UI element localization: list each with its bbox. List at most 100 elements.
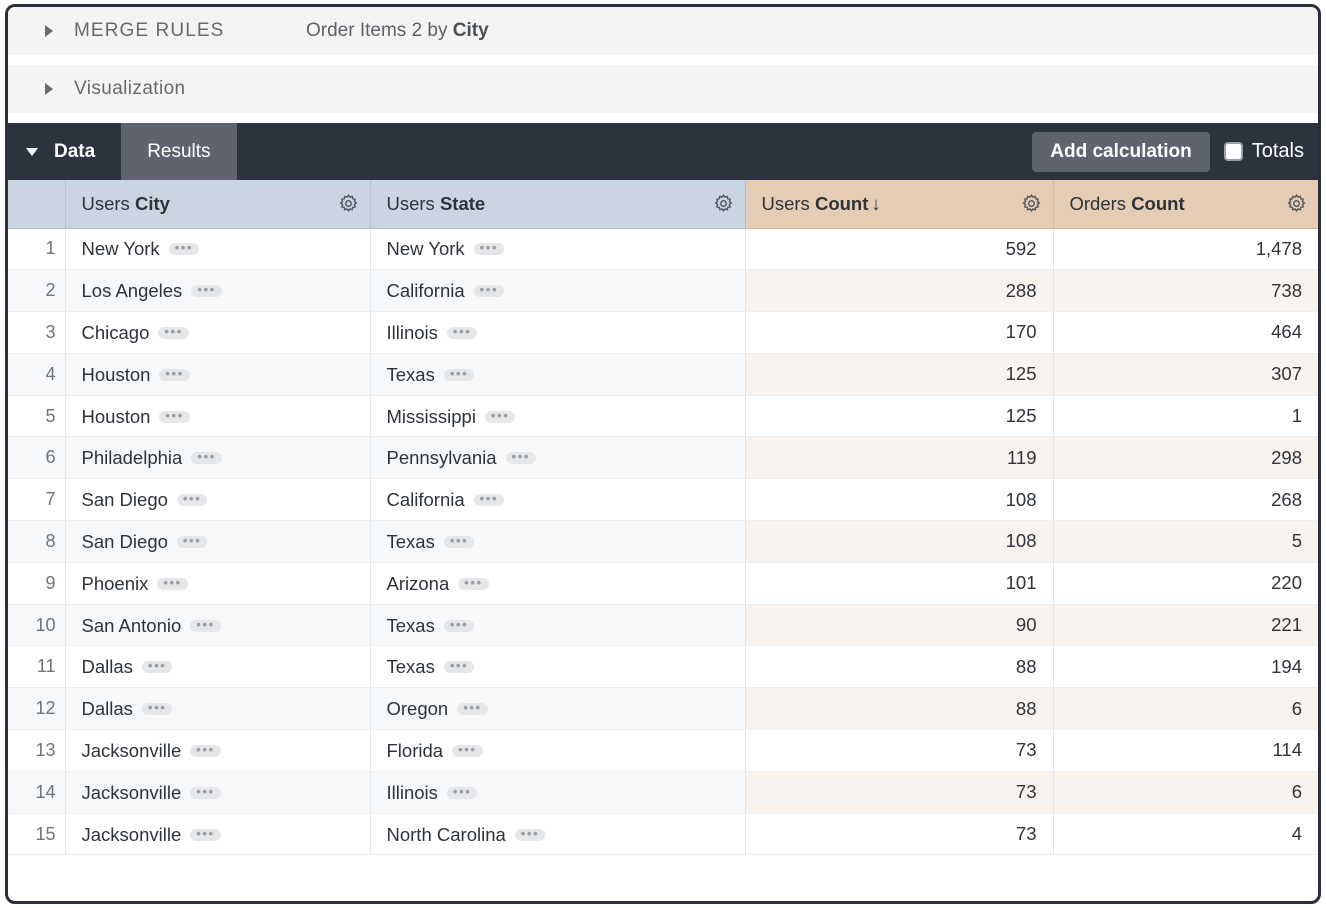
cell-city[interactable]: Chicago••• — [65, 312, 370, 354]
table-row[interactable]: 6Philadelphia•••Pennsylvania•••119298 — [8, 437, 1318, 479]
table-row[interactable]: 3Chicago•••Illinois•••170464 — [8, 312, 1318, 354]
cell-state[interactable]: Illinois••• — [370, 771, 745, 813]
cell-menu-icon[interactable]: ••• — [190, 620, 220, 632]
cell-menu-icon[interactable]: ••• — [506, 452, 536, 464]
cell-menu-icon[interactable]: ••• — [444, 661, 474, 673]
cell-state[interactable]: California••• — [370, 479, 745, 521]
cell-orders-count[interactable]: 4 — [1053, 813, 1318, 855]
cell-menu-icon[interactable]: ••• — [159, 369, 189, 381]
totals-checkbox[interactable] — [1224, 142, 1243, 161]
cell-city[interactable]: Phoenix••• — [65, 562, 370, 604]
panel-header-visualization[interactable]: Visualization — [8, 65, 1318, 113]
cell-orders-count[interactable]: 6 — [1053, 771, 1318, 813]
cell-menu-icon[interactable]: ••• — [190, 745, 220, 757]
cell-menu-icon[interactable]: ••• — [485, 411, 515, 423]
column-header-users-state[interactable]: Users State — [370, 180, 745, 228]
cell-city[interactable]: Houston••• — [65, 353, 370, 395]
cell-orders-count[interactable]: 738 — [1053, 270, 1318, 312]
table-row[interactable]: 12Dallas•••Oregon•••886 — [8, 688, 1318, 730]
cell-menu-icon[interactable]: ••• — [444, 620, 474, 632]
cell-state[interactable]: Texas••• — [370, 604, 745, 646]
cell-menu-icon[interactable]: ••• — [474, 285, 504, 297]
panel-header-merge-rules[interactable]: MERGE RULES Order Items 2 by City — [8, 7, 1318, 55]
table-row[interactable]: 10San Antonio•••Texas•••90221 — [8, 604, 1318, 646]
table-row[interactable]: 15Jacksonville•••North Carolina•••734 — [8, 813, 1318, 855]
cell-menu-icon[interactable]: ••• — [169, 243, 199, 255]
cell-city[interactable]: Philadelphia••• — [65, 437, 370, 479]
table-row[interactable]: 7San Diego•••California•••108268 — [8, 479, 1318, 521]
tab-data[interactable]: Data — [8, 123, 121, 180]
cell-orders-count[interactable]: 221 — [1053, 604, 1318, 646]
cell-city[interactable]: New York••• — [65, 228, 370, 270]
cell-state[interactable]: Illinois••• — [370, 312, 745, 354]
gear-icon[interactable] — [713, 193, 734, 214]
cell-orders-count[interactable]: 307 — [1053, 353, 1318, 395]
cell-menu-icon[interactable]: ••• — [474, 243, 504, 255]
cell-menu-icon[interactable]: ••• — [157, 578, 187, 590]
cell-city[interactable]: Dallas••• — [65, 688, 370, 730]
cell-state[interactable]: Texas••• — [370, 353, 745, 395]
cell-city[interactable]: Los Angeles••• — [65, 270, 370, 312]
cell-users-count[interactable]: 88 — [745, 646, 1053, 688]
cell-city[interactable]: San Diego••• — [65, 521, 370, 563]
cell-city[interactable]: Dallas••• — [65, 646, 370, 688]
cell-city[interactable]: Houston••• — [65, 395, 370, 437]
cell-menu-icon[interactable]: ••• — [444, 369, 474, 381]
cell-state[interactable]: New York••• — [370, 228, 745, 270]
cell-city[interactable]: Jacksonville••• — [65, 771, 370, 813]
cell-orders-count[interactable]: 1,478 — [1053, 228, 1318, 270]
cell-users-count[interactable]: 288 — [745, 270, 1053, 312]
sort-descending-icon[interactable]: ↓ — [871, 193, 880, 214]
cell-state[interactable]: Oregon••• — [370, 688, 745, 730]
cell-menu-icon[interactable]: ••• — [158, 327, 188, 339]
cell-city[interactable]: San Diego••• — [65, 479, 370, 521]
column-header-users-city[interactable]: Users City — [65, 180, 370, 228]
column-header-orders-count[interactable]: Orders Count — [1053, 180, 1318, 228]
cell-users-count[interactable]: 73 — [745, 730, 1053, 772]
cell-menu-icon[interactable]: ••• — [515, 829, 545, 841]
table-row[interactable]: 4Houston•••Texas•••125307 — [8, 353, 1318, 395]
cell-orders-count[interactable]: 220 — [1053, 562, 1318, 604]
cell-orders-count[interactable]: 298 — [1053, 437, 1318, 479]
table-row[interactable]: 5Houston•••Mississippi•••1251 — [8, 395, 1318, 437]
triangle-right-icon[interactable] — [45, 83, 53, 95]
table-row[interactable]: 2Los Angeles•••California•••288738 — [8, 270, 1318, 312]
cell-city[interactable]: Jacksonville••• — [65, 730, 370, 772]
cell-menu-icon[interactable]: ••• — [444, 536, 474, 548]
cell-orders-count[interactable]: 114 — [1053, 730, 1318, 772]
cell-users-count[interactable]: 73 — [745, 771, 1053, 813]
cell-orders-count[interactable]: 1 — [1053, 395, 1318, 437]
triangle-down-icon[interactable] — [26, 148, 38, 156]
gear-icon[interactable] — [1021, 193, 1042, 214]
cell-state[interactable]: California••• — [370, 270, 745, 312]
cell-menu-icon[interactable]: ••• — [458, 578, 488, 590]
cell-users-count[interactable]: 125 — [745, 353, 1053, 395]
cell-city[interactable]: San Antonio••• — [65, 604, 370, 646]
cell-orders-count[interactable]: 464 — [1053, 312, 1318, 354]
cell-menu-icon[interactable]: ••• — [190, 787, 220, 799]
totals-toggle[interactable]: Totals — [1224, 140, 1304, 163]
triangle-right-icon[interactable] — [45, 25, 53, 37]
cell-menu-icon[interactable]: ••• — [190, 829, 220, 841]
cell-orders-count[interactable]: 194 — [1053, 646, 1318, 688]
cell-users-count[interactable]: 125 — [745, 395, 1053, 437]
cell-state[interactable]: North Carolina••• — [370, 813, 745, 855]
cell-menu-icon[interactable]: ••• — [447, 327, 477, 339]
cell-menu-icon[interactable]: ••• — [191, 452, 221, 464]
cell-users-count[interactable]: 88 — [745, 688, 1053, 730]
table-row[interactable]: 11Dallas•••Texas•••88194 — [8, 646, 1318, 688]
cell-menu-icon[interactable]: ••• — [474, 494, 504, 506]
table-row[interactable]: 1New York•••New York•••5921,478 — [8, 228, 1318, 270]
cell-state[interactable]: Texas••• — [370, 521, 745, 563]
tab-results[interactable]: Results — [121, 123, 236, 180]
cell-menu-icon[interactable]: ••• — [177, 494, 207, 506]
cell-menu-icon[interactable]: ••• — [159, 411, 189, 423]
cell-menu-icon[interactable]: ••• — [191, 285, 221, 297]
cell-users-count[interactable]: 592 — [745, 228, 1053, 270]
cell-menu-icon[interactable]: ••• — [457, 703, 487, 715]
add-calculation-button[interactable]: Add calculation — [1032, 132, 1209, 172]
cell-users-count[interactable]: 108 — [745, 521, 1053, 563]
table-row[interactable]: 8San Diego•••Texas•••1085 — [8, 521, 1318, 563]
cell-menu-icon[interactable]: ••• — [142, 703, 172, 715]
cell-users-count[interactable]: 119 — [745, 437, 1053, 479]
